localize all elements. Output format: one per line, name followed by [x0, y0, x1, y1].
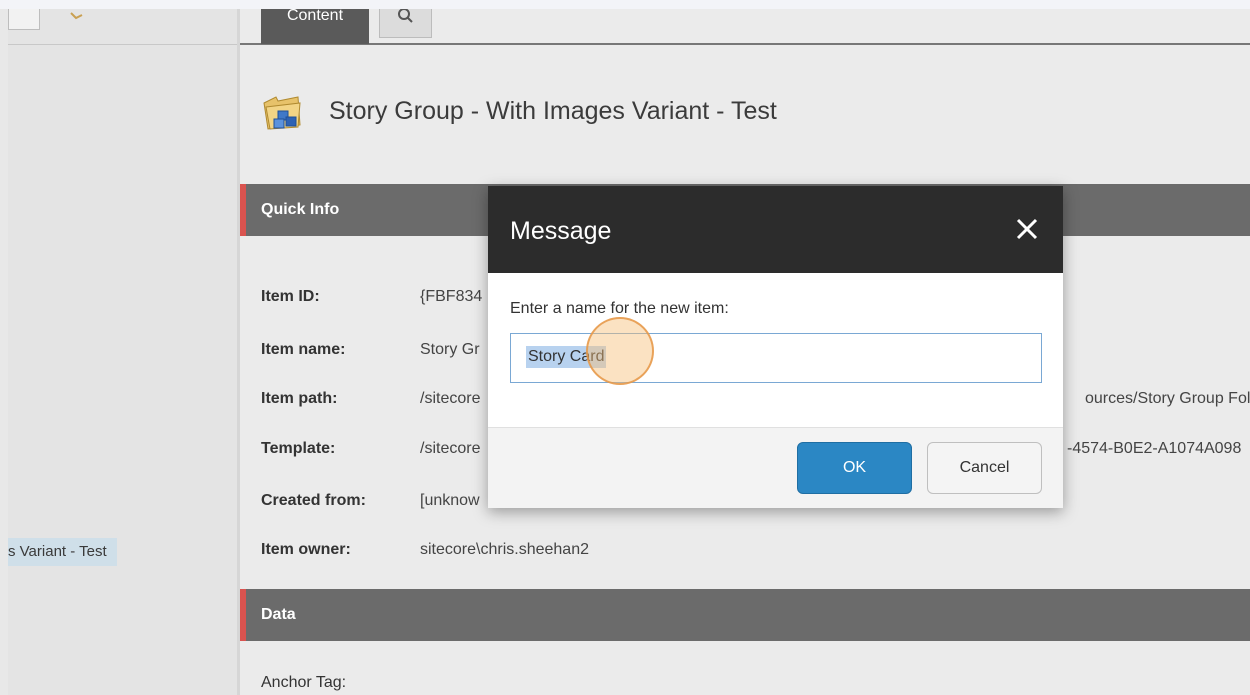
field-value-template[interactable]: /sitecore	[420, 440, 480, 458]
dialog-prompt: Enter a name for the new item:	[510, 300, 729, 317]
section-data[interactable]: Data	[240, 589, 1250, 641]
field-value-item-name[interactable]: Story Gr	[420, 341, 480, 359]
field-label-created-from: Created from:	[261, 492, 366, 509]
dialog-header: Message	[488, 186, 1063, 273]
dialog-title: Message	[510, 217, 612, 245]
message-dialog: Message Enter a name for the new item: O…	[488, 186, 1063, 508]
tree-toolbar-button[interactable]	[8, 9, 40, 30]
top-strip	[0, 0, 1250, 9]
field-value-item-path-tail: ources/Story Group Fol	[1085, 390, 1250, 407]
field-value-item-path[interactable]: /sitecore	[420, 390, 480, 408]
tree-toolbar	[8, 9, 237, 45]
field-label-item-path: Item path:	[261, 390, 338, 407]
field-label-item-id: Item ID:	[261, 288, 320, 305]
field-value-created-from[interactable]: [unknow	[420, 492, 480, 510]
item-name-input-value: Story Card	[526, 346, 607, 368]
ok-button[interactable]: OK	[797, 442, 912, 494]
field-label-item-owner: Item owner:	[261, 541, 351, 558]
tab-search[interactable]	[379, 8, 432, 38]
field-value-template-tail: -4574-B0E2-A1074A098	[1067, 440, 1242, 457]
field-value-item-owner[interactable]: sitecore\chris.sheehan2	[420, 541, 589, 559]
search-icon	[398, 8, 413, 23]
item-title: Story Group - With Images Variant - Test	[329, 97, 777, 125]
field-label-item-name: Item name:	[261, 341, 346, 358]
editor-tab-bar: Content	[240, 7, 1250, 45]
content-tree-pane: s Variant - Test	[8, 9, 237, 695]
tab-content[interactable]: Content	[261, 7, 369, 44]
close-icon[interactable]	[1012, 214, 1042, 244]
section-data-label: Data	[261, 606, 296, 623]
folder-icon	[262, 89, 304, 133]
cancel-button[interactable]: Cancel	[927, 442, 1042, 494]
tab-content-label: Content	[286, 7, 344, 24]
field-value-item-id[interactable]: {FBF834	[420, 288, 482, 306]
tree-item-selected[interactable]: s Variant - Test	[8, 538, 117, 566]
key-icon[interactable]	[70, 9, 84, 23]
field-label-anchor-tag: Anchor Tag:	[261, 674, 347, 691]
field-label-template: Template:	[261, 440, 336, 457]
dialog-footer: OK Cancel	[488, 427, 1063, 508]
section-quick-info-label: Quick Info	[261, 201, 340, 218]
